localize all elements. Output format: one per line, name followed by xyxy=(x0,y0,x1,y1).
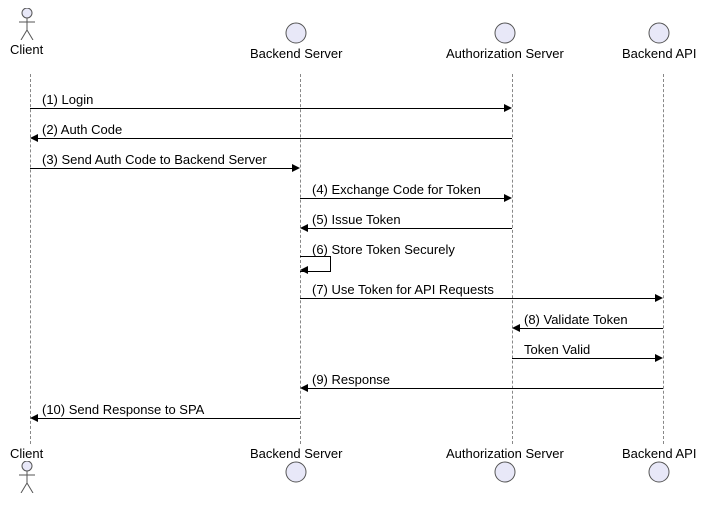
message-label: (9) Response xyxy=(312,372,390,387)
message-label: (6) Store Token Securely xyxy=(312,242,455,257)
boundary-icon xyxy=(494,22,516,44)
message-label: (10) Send Response to SPA xyxy=(42,402,204,417)
message-response: (9) Response xyxy=(300,388,663,408)
participant-label: Backend Server xyxy=(250,46,343,61)
participant-label: Client xyxy=(10,446,43,461)
message-send-auth-code: (3) Send Auth Code to Backend Server xyxy=(30,168,300,188)
actor-icon xyxy=(19,8,35,40)
participant-label: Client xyxy=(10,42,43,57)
boundary-icon xyxy=(285,461,307,483)
participant-backend-api-bottom: Backend API xyxy=(622,446,696,485)
boundary-icon xyxy=(648,461,670,483)
participant-backend-server-bottom: Backend Server xyxy=(250,446,343,485)
boundary-icon xyxy=(648,22,670,44)
message-label: (4) Exchange Code for Token xyxy=(312,182,481,197)
participant-label: Backend API xyxy=(622,446,696,461)
participant-label: Authorization Server xyxy=(446,446,564,461)
participant-label: Backend API xyxy=(622,46,696,61)
message-label: (2) Auth Code xyxy=(42,122,122,137)
boundary-icon xyxy=(285,22,307,44)
lifeline-client xyxy=(30,74,31,444)
message-label: (3) Send Auth Code to Backend Server xyxy=(42,152,267,167)
message-label: (7) Use Token for API Requests xyxy=(312,282,494,297)
participant-authorization-server-top: Authorization Server xyxy=(446,22,564,61)
participant-backend-server-top: Backend Server xyxy=(250,22,343,61)
participant-backend-api-top: Backend API xyxy=(622,22,696,61)
message-label: (1) Login xyxy=(42,92,93,107)
participant-client-bottom: Client xyxy=(10,446,43,495)
message-label: Token Valid xyxy=(524,342,590,357)
participant-client-top: Client xyxy=(10,8,43,57)
actor-icon xyxy=(19,461,35,493)
participant-label: Authorization Server xyxy=(446,46,564,61)
participant-authorization-server-bottom: Authorization Server xyxy=(446,446,564,485)
participant-label: Backend Server xyxy=(250,446,343,461)
message-token-valid: Token Valid xyxy=(512,358,663,378)
lifeline-backend-api xyxy=(663,74,664,444)
boundary-icon xyxy=(494,461,516,483)
message-label: (8) Validate Token xyxy=(524,312,628,327)
message-send-response-spa: (10) Send Response to SPA xyxy=(30,418,300,438)
message-label: (5) Issue Token xyxy=(312,212,401,227)
